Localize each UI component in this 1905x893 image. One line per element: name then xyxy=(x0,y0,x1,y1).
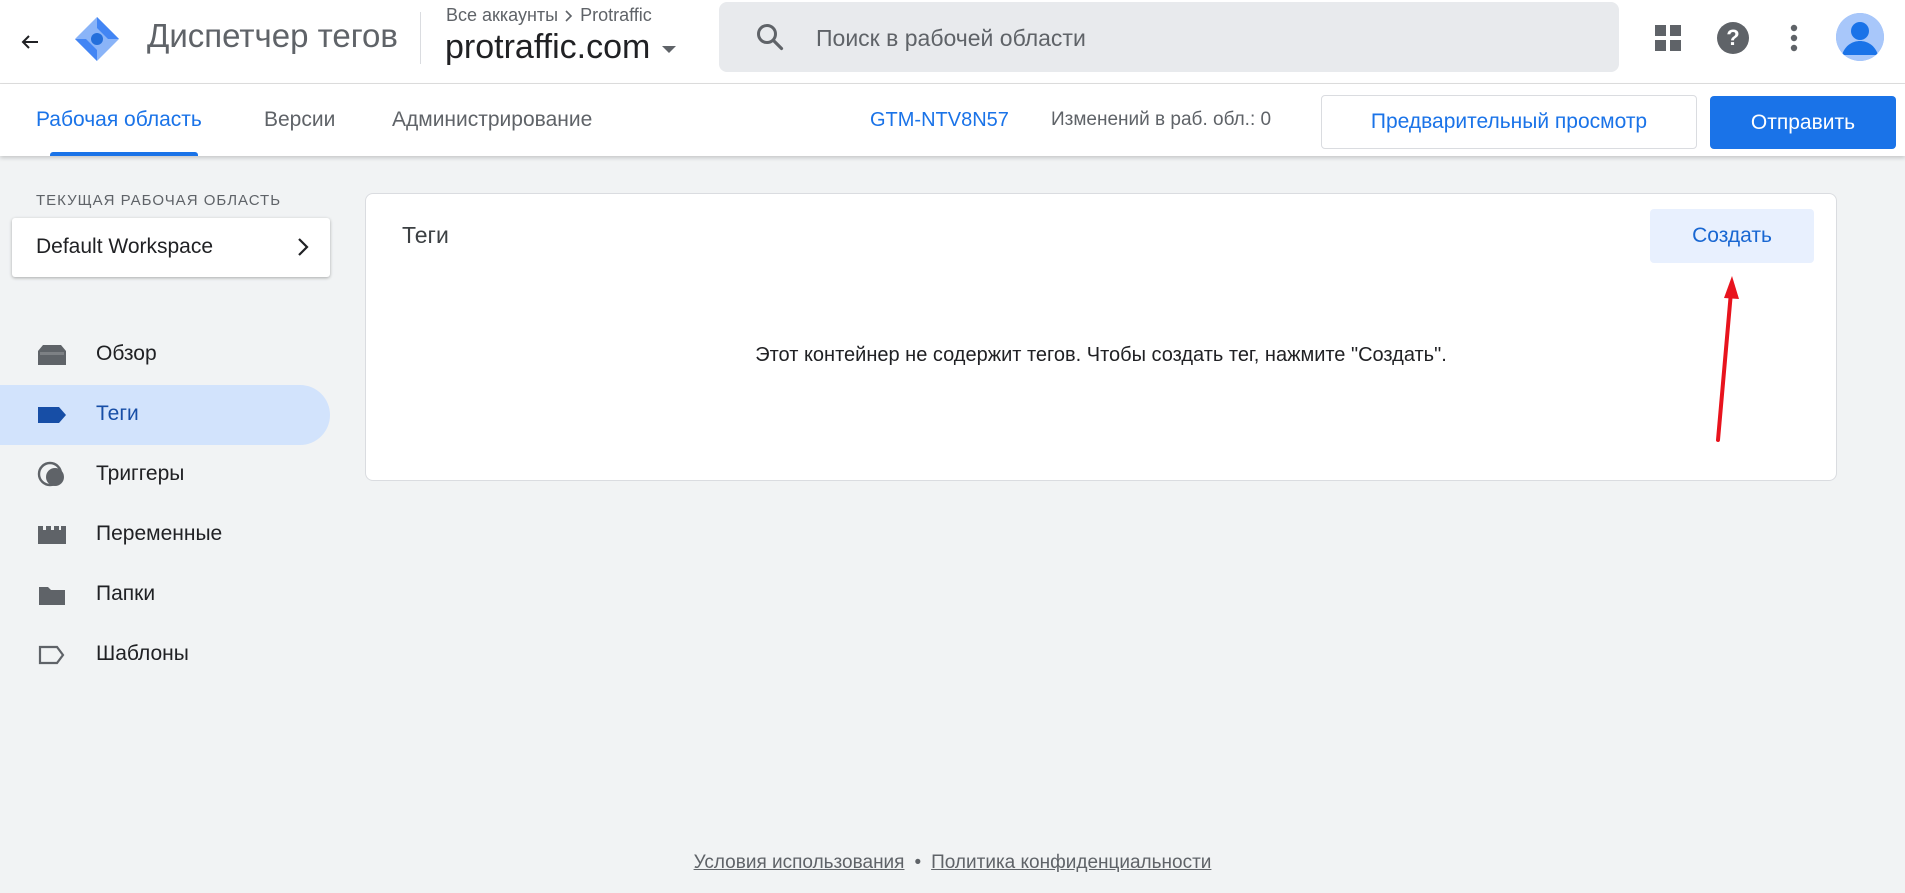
svg-text:?: ? xyxy=(1726,25,1739,50)
tab-versions[interactable]: Версии xyxy=(264,84,335,156)
folder-icon xyxy=(36,583,68,607)
breadcrumb-account[interactable]: Protraffic xyxy=(580,5,652,26)
back-arrow-icon[interactable] xyxy=(10,22,50,62)
workspace-nav-bar: Рабочая область Версии Администрирование… xyxy=(0,84,1905,156)
footer-separator: • xyxy=(914,852,922,873)
footer: Условия использования • Политика конфиденц… xyxy=(0,852,1905,874)
search-bar[interactable] xyxy=(719,2,1619,74)
workspace-name: Default Workspace xyxy=(36,235,214,258)
annotation-arrow-icon xyxy=(1716,276,1739,442)
tab-admin[interactable]: Администрирование xyxy=(392,84,592,156)
search-input[interactable] xyxy=(814,2,1598,74)
search-icon[interactable] xyxy=(755,22,785,57)
submit-button[interactable]: Отправить xyxy=(1710,96,1896,149)
workspace-selector[interactable]: Default Workspace xyxy=(12,218,330,277)
preview-button[interactable]: Предварительный просмотр xyxy=(1321,95,1697,149)
sidebar-item-label: Папки xyxy=(96,582,156,605)
sidebar-item-templates[interactable]: Шаблоны xyxy=(0,625,330,685)
sidebar-item-tags[interactable]: Теги xyxy=(0,385,330,445)
breadcrumb: Все аккаунты Protraffic xyxy=(446,5,652,26)
variables-icon xyxy=(36,523,68,547)
more-vert-icon[interactable] xyxy=(1774,18,1814,58)
tab-workspace[interactable]: Рабочая область xyxy=(36,84,202,156)
container-id-link[interactable]: GTM-NTV8N57 xyxy=(870,84,1009,156)
tag-manager-logo-icon xyxy=(72,16,122,62)
sidebar-item-label: Шаблоны xyxy=(96,642,189,665)
sidebar-item-label: Обзор xyxy=(96,342,157,365)
sidebar-item-variables[interactable]: Переменные xyxy=(0,505,330,565)
tags-card: Теги Создать Этот контейнер не содержит … xyxy=(365,193,1837,481)
terms-link[interactable]: Условия использования xyxy=(694,852,905,873)
help-icon[interactable]: ? xyxy=(1713,18,1753,58)
header-divider xyxy=(420,12,421,64)
trigger-icon xyxy=(36,461,68,487)
overview-icon xyxy=(36,343,68,367)
sidebar-item-label: Триггеры xyxy=(96,462,185,485)
breadcrumb-all-accounts[interactable]: Все аккаунты xyxy=(446,5,558,26)
tag-icon xyxy=(36,403,68,427)
sidebar-item-folders[interactable]: Папки xyxy=(0,565,330,625)
empty-state-message: Этот контейнер не содержит тегов. Чтобы … xyxy=(755,344,1447,366)
sidebar-item-triggers[interactable]: Триггеры xyxy=(0,445,330,505)
privacy-link[interactable]: Политика конфиденциальности xyxy=(931,852,1211,873)
chevron-right-icon xyxy=(565,9,573,22)
workspace-changes-count: Изменений в раб. обл.: 0 xyxy=(1051,109,1272,130)
template-icon xyxy=(36,643,68,667)
apps-grid-icon[interactable] xyxy=(1648,18,1688,58)
container-name: protraffic.com xyxy=(445,28,651,66)
sidebar-item-label: Переменные xyxy=(96,522,223,545)
sidebar-item-label: Теги xyxy=(96,402,139,425)
container-selector[interactable]: protraffic.com xyxy=(445,28,677,67)
account-avatar-icon[interactable] xyxy=(1836,13,1884,61)
dropdown-caret-icon xyxy=(662,46,677,53)
top-app-bar: Диспетчер тегов Все аккаунты Protraffic … xyxy=(0,0,1905,84)
active-tab-indicator xyxy=(50,152,198,156)
current-workspace-heading: ТЕКУЩАЯ РАБОЧАЯ ОБЛАСТЬ xyxy=(36,192,282,209)
create-button[interactable]: Создать xyxy=(1650,209,1814,263)
card-title: Теги xyxy=(402,222,449,248)
sidebar-item-overview[interactable]: Обзор xyxy=(0,325,330,385)
app-title: Диспетчер тегов xyxy=(147,17,398,54)
chevron-right-icon xyxy=(296,236,310,263)
